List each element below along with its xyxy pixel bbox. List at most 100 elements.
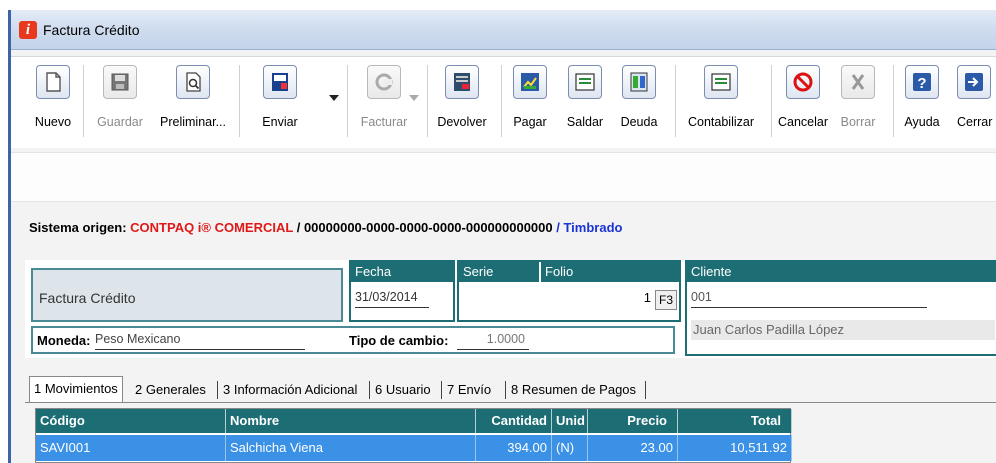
cell-total[interactable]: 10,511.92 <box>678 435 792 461</box>
settle-icon <box>568 65 602 99</box>
return-icon <box>445 65 479 99</box>
origin-line: Sistema origen: CONTPAQ i® COMERCIAL / 0… <box>29 220 622 235</box>
borrar-label: Borrar <box>840 115 876 129</box>
print-preview-icon <box>176 65 210 99</box>
cerrar-button[interactable]: Cerrar <box>953 59 996 147</box>
tab-informacion-adicional[interactable]: 3 Información Adicional <box>219 378 361 402</box>
cell-nombre[interactable]: Salchicha Viena <box>226 435 476 461</box>
fecha-box: Fecha 31/03/2014 <box>349 260 455 322</box>
close-exit-icon <box>957 65 991 99</box>
col-header-total[interactable]: Total <box>678 409 792 433</box>
pagar-button[interactable]: Pagar <box>505 59 555 147</box>
toolbar: Nuevo Guardar Preliminar... Enviar Factu… <box>11 56 996 148</box>
saldar-button[interactable]: Saldar <box>559 59 611 147</box>
guardar-button[interactable]: Guardar <box>89 59 151 147</box>
folio-label: Folio <box>541 262 679 282</box>
tab-separator <box>505 381 506 399</box>
nuevo-label: Nuevo <box>34 115 72 129</box>
moneda-field[interactable]: Peso Mexicano <box>95 332 305 350</box>
col-header-cantidad[interactable]: Cantidad <box>476 409 552 433</box>
toolbar-separator <box>893 65 894 137</box>
tab-separator <box>441 381 442 399</box>
moneda-label: Moneda: <box>37 333 91 348</box>
tab-usuario[interactable]: 6 Usuario <box>371 378 435 402</box>
preliminar-label: Preliminar... <box>160 115 226 129</box>
ayuda-label: Ayuda <box>904 115 940 129</box>
cancelar-label: Cancelar <box>777 115 829 129</box>
enviar-dropdown-arrow-icon[interactable] <box>329 95 339 101</box>
col-header-codigo[interactable]: Código <box>36 409 226 433</box>
origin-status: / Timbrado <box>556 220 623 235</box>
delete-icon <box>841 65 875 99</box>
origin-uuid: / 00000000-0000-0000-0000-000000000000 <box>296 220 553 235</box>
tab-movimientos[interactable]: 1 Movimientos <box>29 376 123 402</box>
cancel-icon <box>786 65 820 99</box>
tab-generales[interactable]: 2 Generales <box>131 378 210 402</box>
tab-separator <box>369 381 370 399</box>
send-icon <box>263 65 297 99</box>
message-area <box>11 152 996 202</box>
tab-resumen-pagos[interactable]: 8 Resumen de Pagos <box>507 378 640 402</box>
serie-label: Serie <box>459 262 539 282</box>
app-logo-icon: i <box>19 21 37 39</box>
facturar-button[interactable]: Facturar <box>353 59 415 147</box>
accounting-icon <box>704 65 738 99</box>
ayuda-button[interactable]: ? Ayuda <box>897 59 947 147</box>
save-icon <box>103 65 137 99</box>
cell-codigo[interactable]: SAVI001 <box>36 435 226 461</box>
cell-cantidad[interactable]: 394.00 <box>476 435 552 461</box>
document-type-box: Factura Crédito <box>31 268 343 322</box>
origin-system: CONTPAQ i® COMERCIAL <box>130 220 294 235</box>
col-header-precio[interactable]: Precio <box>588 409 678 433</box>
enviar-button[interactable]: Enviar <box>247 59 313 147</box>
preliminar-button[interactable]: Preliminar... <box>153 59 233 147</box>
col-header-unidad[interactable]: Unid <box>552 409 588 433</box>
devolver-button[interactable]: Devolver <box>431 59 493 147</box>
borrar-button[interactable]: Borrar <box>833 59 883 147</box>
deuda-label: Deuda <box>620 115 658 129</box>
origin-label: Sistema origen: <box>29 220 127 235</box>
toolbar-separator <box>501 65 502 137</box>
tab-separator <box>645 381 646 399</box>
folio-f3-button[interactable]: F3 <box>655 290 677 310</box>
nuevo-button[interactable]: Nuevo <box>27 59 79 147</box>
deuda-button[interactable]: Deuda <box>615 59 663 147</box>
cliente-name-field: Juan Carlos Padilla López <box>691 320 995 340</box>
tab-separator <box>217 381 218 399</box>
cerrar-label: Cerrar <box>957 115 993 129</box>
svg-text:?: ? <box>917 75 926 92</box>
col-header-nombre[interactable]: Nombre <box>226 409 476 433</box>
contabilizar-button[interactable]: Contabilizar <box>679 59 763 147</box>
toolbar-separator <box>427 65 428 137</box>
tipo-cambio-label: Tipo de cambio: <box>349 333 449 348</box>
document-header-panel: Factura Crédito Fecha 31/03/2014 Serie F… <box>25 260 996 358</box>
invoice-window: i Factura Crédito Nuevo Guardar Prelimin… <box>8 10 996 463</box>
cell-unidad[interactable]: (N) <box>552 435 588 461</box>
fecha-field[interactable]: 31/03/2014 <box>355 290 429 308</box>
toolbar-separator <box>347 65 348 137</box>
cell-precio[interactable]: 23.00 <box>588 435 678 461</box>
folio-field[interactable]: 1 <box>541 290 651 308</box>
serie-folio-box: Serie Folio 1 F3 <box>457 260 681 322</box>
cliente-label: Cliente <box>687 262 996 282</box>
cliente-box: Cliente 001 Juan Carlos Padilla López <box>685 260 996 356</box>
document-type: Factura Crédito <box>39 290 136 306</box>
cancelar-button[interactable]: Cancelar <box>773 59 833 147</box>
enviar-label: Enviar <box>262 115 298 129</box>
pagar-label: Pagar <box>513 115 547 129</box>
debt-icon <box>622 65 656 99</box>
facturar-label: Facturar <box>360 115 408 129</box>
tipo-cambio-field[interactable]: 1.0000 <box>457 332 529 350</box>
moneda-box: Moneda: Peso Mexicano Tipo de cambio: 1.… <box>31 326 675 354</box>
facturar-dropdown-arrow-icon[interactable] <box>409 95 419 101</box>
toolbar-separator <box>239 65 240 137</box>
devolver-label: Devolver <box>437 115 487 129</box>
guardar-label: Guardar <box>97 115 143 129</box>
toolbar-separator <box>675 65 676 137</box>
cliente-code-field[interactable]: 001 <box>691 290 927 308</box>
contabilizar-label: Contabilizar <box>687 115 754 129</box>
invoice-icon <box>367 65 401 99</box>
tab-envio[interactable]: 7 Envío <box>443 378 495 402</box>
tab-baseline <box>25 402 996 403</box>
pay-icon <box>513 65 547 99</box>
